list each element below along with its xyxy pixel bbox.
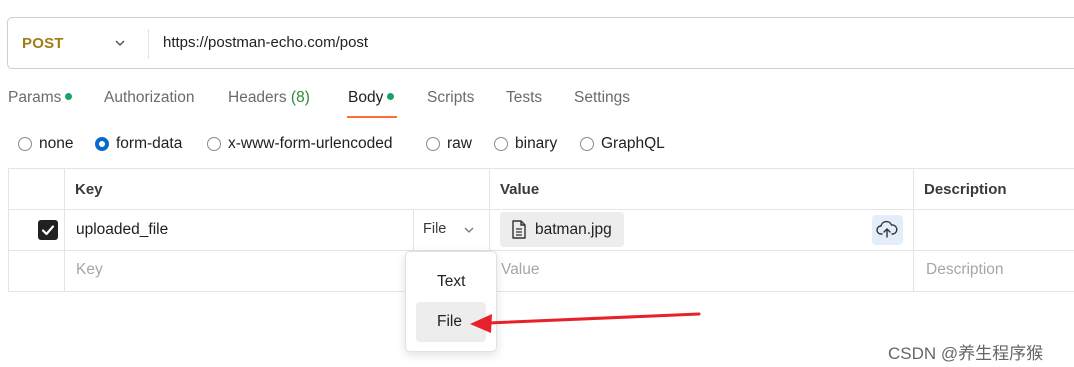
radio-raw[interactable]: raw <box>426 134 472 154</box>
radio-none[interactable]: none <box>18 134 73 154</box>
tab-params[interactable]: Params <box>8 89 73 107</box>
url-divider <box>148 29 149 59</box>
upload-cloud-icon <box>876 220 898 238</box>
method-select[interactable]: POST <box>22 35 64 52</box>
tab-scripts[interactable]: Scripts <box>427 89 474 107</box>
column-header-value: Value <box>500 181 540 198</box>
chevron-down-icon[interactable] <box>462 223 476 237</box>
watermark: CSDN @养生程序猴 <box>888 344 1044 363</box>
type-dropdown-menu: Text File <box>405 251 497 352</box>
upload-button[interactable] <box>872 215 903 245</box>
table-column-divider <box>64 168 65 292</box>
checkmark-icon <box>41 225 55 236</box>
url-input[interactable]: https://postman-echo.com/post <box>163 34 368 51</box>
key-placeholder[interactable]: Key <box>76 261 103 279</box>
description-placeholder[interactable]: Description <box>926 261 1004 279</box>
table-border-top <box>8 168 1074 169</box>
tab-authorization[interactable]: Authorization <box>104 89 194 107</box>
file-name: batman.jpg <box>535 221 612 238</box>
radio-form-data[interactable]: form-data <box>95 134 182 154</box>
radio-x-www-form-urlencoded[interactable]: x-www-form-urlencoded <box>207 134 393 154</box>
file-chip[interactable]: batman.jpg <box>500 212 624 247</box>
row-enabled-checkbox[interactable] <box>38 220 58 240</box>
dropdown-option-file[interactable]: File <box>416 302 486 342</box>
table-column-divider <box>413 209 414 251</box>
table-column-divider <box>913 168 914 292</box>
column-header-key: Key <box>75 181 103 198</box>
tab-body[interactable]: Body <box>348 89 395 107</box>
headers-count: (8) <box>290 89 310 106</box>
tab-headers[interactable]: Headers (8) <box>228 89 310 107</box>
table-border-bottom <box>8 291 1074 292</box>
key-input[interactable]: uploaded_file <box>76 221 168 239</box>
table-border-left <box>8 168 9 292</box>
tab-settings[interactable]: Settings <box>574 89 630 107</box>
url-bar: POST https://postman-echo.com/post <box>7 17 1074 69</box>
tab-tests[interactable]: Tests <box>506 89 542 107</box>
radio-binary[interactable]: binary <box>494 134 557 154</box>
table-divider <box>8 209 1074 210</box>
active-tab-indicator <box>347 116 397 118</box>
status-dot <box>65 93 73 101</box>
status-dot <box>387 93 395 101</box>
table-divider <box>8 250 1074 251</box>
value-placeholder[interactable]: Value <box>501 261 540 279</box>
chevron-down-icon[interactable] <box>112 35 128 51</box>
type-select[interactable]: File <box>423 221 446 237</box>
file-icon <box>512 220 526 239</box>
column-header-description: Description <box>924 181 1007 198</box>
radio-graphql[interactable]: GraphQL <box>580 134 665 154</box>
dropdown-option-text[interactable]: Text <box>416 262 486 302</box>
